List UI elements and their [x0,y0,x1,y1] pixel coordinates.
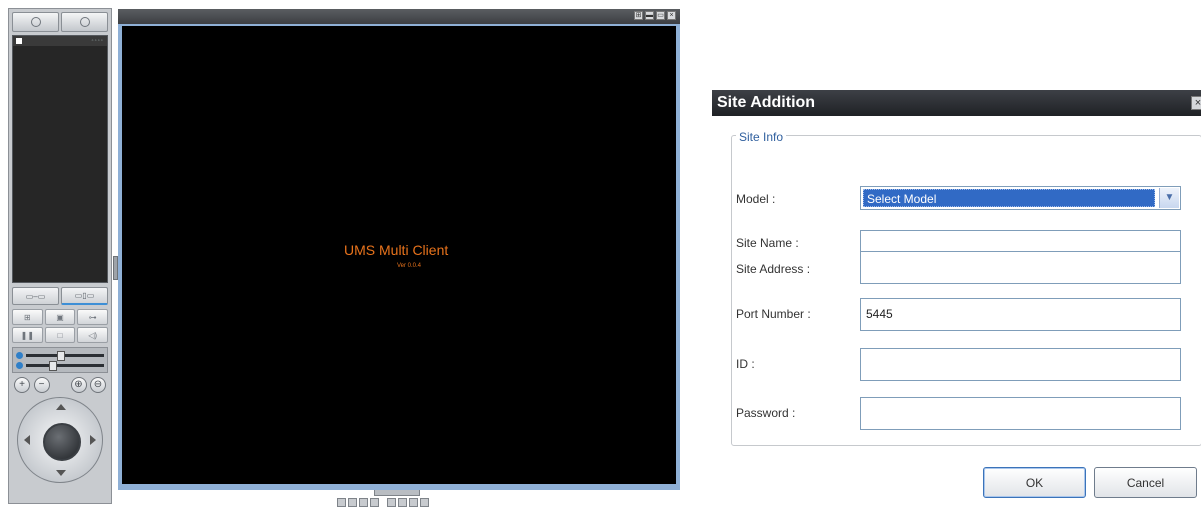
arrow-left-icon[interactable] [24,435,30,445]
slider-thumb[interactable] [49,360,58,371]
link-icon: ▭–▭ [25,291,46,301]
id-label: ID : [736,357,755,371]
volume-slider[interactable] [26,350,104,361]
slider-thumb[interactable] [57,350,66,361]
site-tree-header[interactable]: ◦◦◦◦ [13,36,107,46]
record-button[interactable]: □ [44,327,76,343]
ptz-joystick[interactable] [17,397,103,483]
last-icon[interactable] [420,498,429,507]
speed-slider[interactable] [26,360,104,371]
layout-icon[interactable]: ⊞ [634,11,643,20]
slider-group [12,347,108,373]
checkbox[interactable] [16,38,22,44]
viewer-titlebar: ⊞ ▬ ▭ × [118,9,680,24]
video-viewer: ⊞ ▬ ▭ × UMS Multi Client Ver 0.0.4 [118,9,680,490]
site-address-field[interactable] [860,251,1181,284]
live-mode-tab[interactable]: ▭–▭ [12,287,59,305]
screen-layout-buttons [337,498,429,507]
link-icon: ▭▯▭ [74,291,95,300]
magnify-minus-icon: ⊖ [93,379,103,390]
focus-in-button[interactable]: ⊕ [70,377,87,393]
password-label: Password : [736,406,796,420]
plus-icon: + [19,379,25,390]
record-icon: □ [57,330,63,340]
joystick-knob[interactable] [43,423,81,461]
pause-icon: ❚❚ [20,330,35,340]
viewer-window-controls: ⊞ ▬ ▭ × [634,11,676,20]
tree-tool-icons: ◦◦◦◦ [91,38,104,44]
zoom-focus-buttons: + − ⊕ ⊖ [12,377,108,393]
brand-text: UMS Multi Client [344,242,449,258]
prev-icon[interactable] [398,498,407,507]
circle-icon [30,17,41,27]
viewer-bottom-handle[interactable] [374,490,420,496]
model-label: Model : [736,192,776,206]
camera-icon: ▣ [56,312,64,322]
search-button[interactable] [61,12,108,32]
playback-mode-tab[interactable]: ▭▯▭ [61,287,108,305]
site-tree[interactable]: ◦◦◦◦ [12,35,108,283]
arrow-up-icon[interactable] [56,404,66,410]
speaker-icon: ◁) [88,330,98,340]
dialog-titlebar: Site Addition × [712,90,1201,116]
site-name-label: Site Name : [736,236,799,250]
zoom-out-button[interactable]: − [33,377,50,393]
tree-button[interactable]: ⊶ [77,309,108,325]
speed-icon [16,361,23,369]
focus-out-button[interactable]: ⊖ [90,377,106,393]
layout-button[interactable]: ⊞ [12,309,43,325]
volume-slider-row [16,350,104,361]
speed-slider-row [16,360,104,371]
layout-9-icon[interactable] [359,498,368,507]
volume-icon [16,351,23,359]
minus-icon: − [38,379,45,390]
port-number-label: Port Number : [736,307,811,321]
arrow-down-icon[interactable] [56,470,66,476]
search-icon [79,17,90,27]
ok-button[interactable]: OK [983,467,1086,498]
magnify-plus-icon: ⊕ [74,379,83,390]
model-select-value[interactable]: Select Model [863,189,1155,207]
video-screen[interactable]: UMS Multi Client Ver 0.0.4 [122,26,676,484]
cancel-button[interactable]: Cancel [1094,467,1197,498]
minimize-icon[interactable]: ▬ [645,11,654,20]
close-icon[interactable]: × [1191,96,1201,110]
first-icon[interactable] [387,498,396,507]
dialog-title: Site Addition [717,94,816,111]
zoom-in-button[interactable]: + [14,377,30,393]
arrow-right-icon[interactable] [90,435,96,445]
port-number-field[interactable]: 5445 [860,298,1181,331]
id-field[interactable] [860,348,1181,381]
layout-4-icon[interactable] [348,498,357,507]
layout-16-icon[interactable] [370,498,379,507]
password-field[interactable] [860,397,1181,430]
grid-icon: ⊞ [23,312,31,322]
restore-icon[interactable]: ▭ [656,11,665,20]
site-button[interactable] [12,12,59,32]
chevron-down-icon[interactable]: ▼ [1159,188,1179,208]
control-panel: ◦◦◦◦ ▭–▭ ▭▯▭ ⊞ ▣ ⊶ ❚❚ □ ◁) + − ⊕ ⊖ [8,8,112,504]
group-legend: Site Info [736,130,787,144]
next-icon[interactable] [409,498,418,507]
tree-icon: ⊶ [88,312,97,322]
mode-tabs: ▭–▭ ▭▯▭ [12,287,108,305]
audio-button[interactable]: ◁) [77,327,108,343]
pause-button[interactable]: ❚❚ [12,327,43,343]
site-address-label: Site Address : [736,262,811,276]
control-area: ▭–▭ ▭▯▭ ⊞ ▣ ⊶ ❚❚ □ ◁) + − ⊕ ⊖ [12,287,108,483]
capture-button[interactable]: ▣ [44,309,76,325]
model-select[interactable]: Select Model ▼ [860,186,1181,210]
close-icon[interactable]: × [667,11,676,20]
version-text: Ver 0.0.4 [397,263,422,269]
tool-grid: ⊞ ▣ ⊶ ❚❚ □ ◁) [12,309,108,343]
layout-1-icon[interactable] [337,498,346,507]
panel-top-buttons [12,12,108,32]
